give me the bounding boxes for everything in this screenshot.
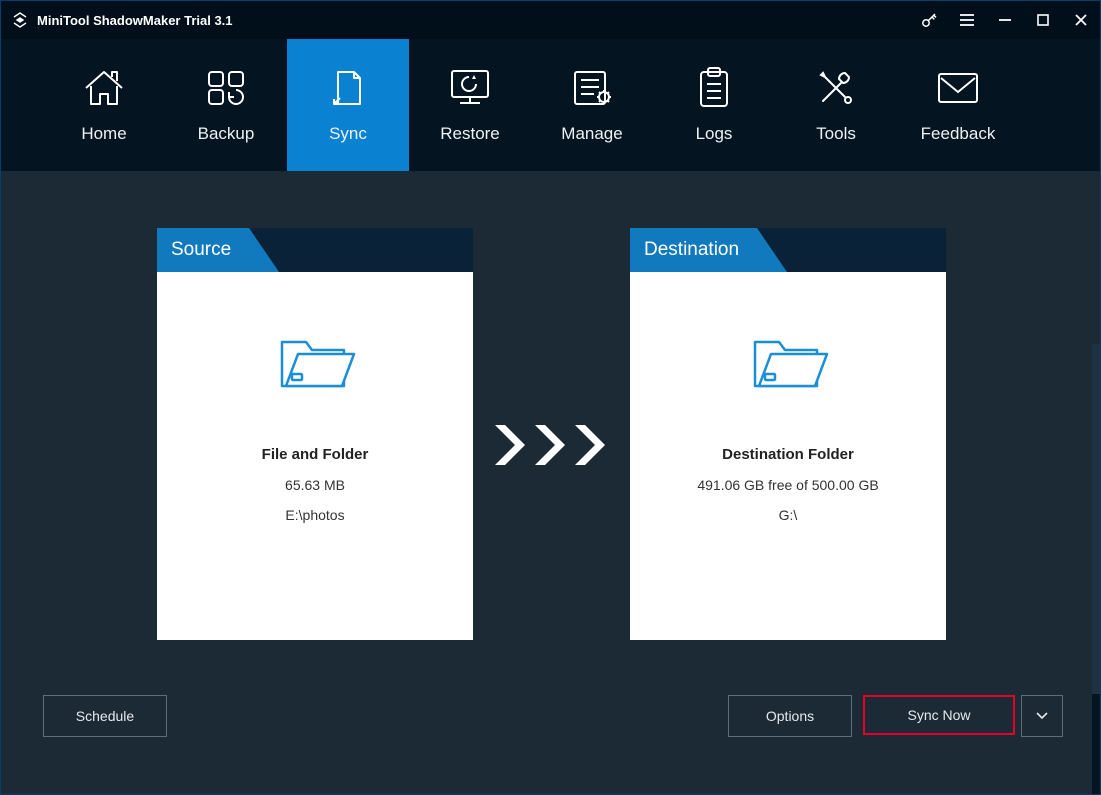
nav-label: Manage bbox=[561, 124, 622, 144]
sync-icon bbox=[328, 66, 368, 110]
destination-title: Destination bbox=[630, 228, 757, 272]
backup-icon bbox=[204, 66, 248, 110]
manage-icon bbox=[570, 66, 614, 110]
minimize-button[interactable] bbox=[986, 1, 1024, 39]
schedule-button[interactable]: Schedule bbox=[43, 695, 167, 737]
sync-now-dropdown[interactable] bbox=[1021, 695, 1063, 737]
app-title: MiniTool ShadowMaker Trial 3.1 bbox=[37, 13, 233, 28]
title-bar: MiniTool ShadowMaker Trial 3.1 bbox=[1, 1, 1100, 39]
arrow-icon bbox=[491, 421, 611, 469]
app-window: MiniTool ShadowMaker Trial 3.1 bbox=[0, 0, 1101, 795]
logs-icon bbox=[695, 66, 733, 110]
source-title: Source bbox=[157, 228, 249, 272]
nav-restore[interactable]: Restore bbox=[409, 39, 531, 171]
nav-sync[interactable]: Sync bbox=[287, 39, 409, 171]
nav-manage[interactable]: Manage bbox=[531, 39, 653, 171]
folder-icon bbox=[272, 326, 358, 398]
nav-label: Tools bbox=[816, 124, 856, 144]
card-header: Source bbox=[157, 228, 473, 272]
source-path: E:\photos bbox=[285, 507, 344, 523]
nav-home[interactable]: Home bbox=[43, 39, 165, 171]
feedback-icon bbox=[935, 66, 981, 110]
nav-tools[interactable]: Tools bbox=[775, 39, 897, 171]
nav-label: Backup bbox=[198, 124, 255, 144]
nav-label: Restore bbox=[440, 124, 500, 144]
maximize-button[interactable] bbox=[1024, 1, 1062, 39]
home-icon bbox=[82, 66, 126, 110]
options-button[interactable]: Options bbox=[728, 695, 852, 737]
chevron-down-icon bbox=[1036, 712, 1048, 720]
main-nav: Home Backup Sync Restore Manage bbox=[1, 39, 1100, 171]
nav-backup[interactable]: Backup bbox=[165, 39, 287, 171]
key-icon[interactable] bbox=[910, 1, 948, 39]
source-size: 65.63 MB bbox=[285, 477, 345, 493]
destination-size: 491.06 GB free of 500.00 GB bbox=[697, 477, 878, 493]
nav-logs[interactable]: Logs bbox=[653, 39, 775, 171]
menu-icon[interactable] bbox=[948, 1, 986, 39]
destination-path: G:\ bbox=[779, 507, 798, 523]
nav-label: Feedback bbox=[921, 124, 996, 144]
nav-label: Home bbox=[81, 124, 126, 144]
destination-card[interactable]: Destination Destination Folder 491.06 GB… bbox=[630, 228, 946, 640]
folder-icon bbox=[745, 326, 831, 398]
sync-now-button[interactable]: Sync Now bbox=[863, 695, 1015, 735]
source-heading: File and Folder bbox=[262, 446, 369, 463]
nav-feedback[interactable]: Feedback bbox=[897, 39, 1019, 171]
close-button[interactable] bbox=[1062, 1, 1100, 39]
tools-icon bbox=[815, 66, 857, 110]
source-card[interactable]: Source File and Folder 65.63 MB E:\photo… bbox=[157, 228, 473, 640]
nav-label: Sync bbox=[329, 124, 367, 144]
card-header: Destination bbox=[630, 228, 946, 272]
sync-panel: Source File and Folder 65.63 MB E:\photo… bbox=[1, 171, 1100, 795]
nav-label: Logs bbox=[696, 124, 733, 144]
app-logo-icon bbox=[11, 11, 29, 29]
scrollbar-thumb[interactable] bbox=[1092, 344, 1100, 694]
window-controls bbox=[910, 1, 1100, 39]
destination-heading: Destination Folder bbox=[722, 446, 854, 463]
restore-icon bbox=[446, 66, 494, 110]
